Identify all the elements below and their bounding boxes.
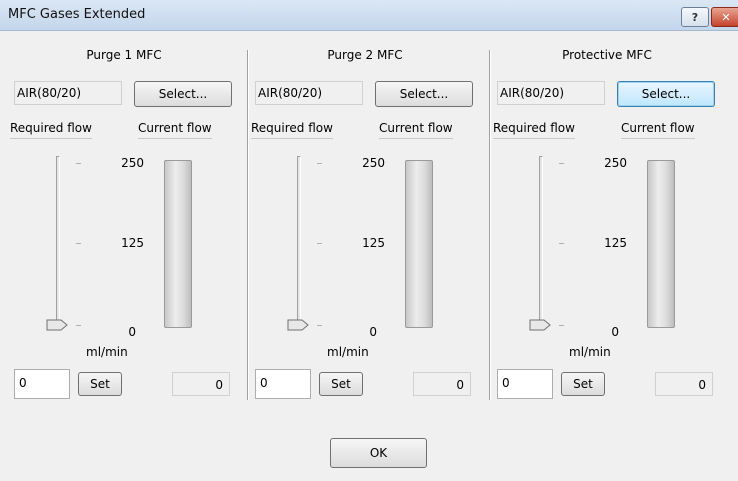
- required-flow-slider-track[interactable]: [56, 156, 60, 326]
- current-flow-label: Current flow: [138, 121, 212, 139]
- current-flow-readout: 0: [413, 372, 471, 396]
- required-flow-slider-track[interactable]: [297, 156, 301, 326]
- title-bar[interactable]: MFC Gases Extended ? ✕: [0, 0, 738, 31]
- purge1-mfc-panel: Purge 1 MFC AIR(80/20) Select... Require…: [6, 48, 242, 400]
- slider-tick: [76, 243, 81, 244]
- close-x-icon: ✕: [721, 10, 731, 24]
- scale-min-label: 0: [369, 325, 377, 339]
- gas-name-field: AIR(80/20): [255, 81, 363, 105]
- slider-thumb[interactable]: [529, 319, 551, 331]
- current-flow-readout: 0: [655, 372, 713, 396]
- slider-tick: [559, 325, 564, 326]
- scale-mid-label: 125: [121, 236, 144, 250]
- select-gas-button[interactable]: Select...: [134, 81, 232, 107]
- current-flow-bar: [647, 160, 675, 328]
- purge2-mfc-panel: Purge 2 MFC AIR(80/20) Select... Require…: [247, 48, 483, 400]
- select-gas-button[interactable]: Select...: [375, 81, 473, 107]
- scale-mid-label: 125: [362, 236, 385, 250]
- slider-tick: [317, 243, 322, 244]
- protective-mfc-panel: Protective MFC AIR(80/20) Select... Requ…: [489, 48, 725, 400]
- required-flow-label: Required flow: [10, 121, 92, 139]
- required-flow-slider-track[interactable]: [539, 156, 543, 326]
- current-flow-label: Current flow: [379, 121, 453, 139]
- panel-title: Protective MFC: [562, 48, 652, 62]
- current-flow-label: Current flow: [621, 121, 695, 139]
- setpoint-input[interactable]: 0: [497, 369, 553, 399]
- help-button[interactable]: ?: [681, 7, 709, 27]
- panel-title: Purge 2 MFC: [327, 48, 403, 62]
- slider-tick: [317, 325, 322, 326]
- set-button[interactable]: Set: [561, 372, 605, 396]
- slider-thumb[interactable]: [46, 319, 68, 331]
- slider-tick: [559, 243, 564, 244]
- unit-label: ml/min: [327, 345, 369, 359]
- scale-mid-label: 125: [604, 236, 627, 250]
- set-button[interactable]: Set: [319, 372, 363, 396]
- panel-title: Purge 1 MFC: [86, 48, 162, 62]
- scale-max-label: 250: [362, 156, 385, 170]
- ok-button[interactable]: OK: [330, 438, 427, 468]
- close-button[interactable]: ✕: [711, 7, 738, 27]
- scale-max-label: 250: [121, 156, 144, 170]
- scale-min-label: 0: [128, 325, 136, 339]
- slider-tick: [317, 163, 322, 164]
- window-title: MFC Gases Extended: [8, 7, 146, 22]
- scale-min-label: 0: [611, 325, 619, 339]
- setpoint-input[interactable]: 0: [255, 369, 311, 399]
- required-flow-label: Required flow: [493, 121, 575, 139]
- slider-tick: [76, 325, 81, 326]
- setpoint-input[interactable]: 0: [14, 369, 70, 399]
- question-mark-icon: ?: [691, 10, 699, 24]
- slider-tick: [76, 163, 81, 164]
- mfc-gases-extended-dialog: MFC Gases Extended ? ✕ Purge 1 MFC AIR(8…: [0, 0, 738, 481]
- gas-name-field: AIR(80/20): [497, 81, 605, 105]
- select-gas-button[interactable]: Select...: [617, 81, 715, 107]
- slider-tick: [559, 163, 564, 164]
- set-button[interactable]: Set: [78, 372, 122, 396]
- unit-label: ml/min: [86, 345, 128, 359]
- current-flow-readout: 0: [172, 372, 230, 396]
- gas-name-field: AIR(80/20): [14, 81, 122, 105]
- current-flow-bar: [405, 160, 433, 328]
- current-flow-bar: [164, 160, 192, 328]
- scale-max-label: 250: [604, 156, 627, 170]
- required-flow-label: Required flow: [251, 121, 333, 139]
- slider-thumb[interactable]: [287, 319, 309, 331]
- unit-label: ml/min: [569, 345, 611, 359]
